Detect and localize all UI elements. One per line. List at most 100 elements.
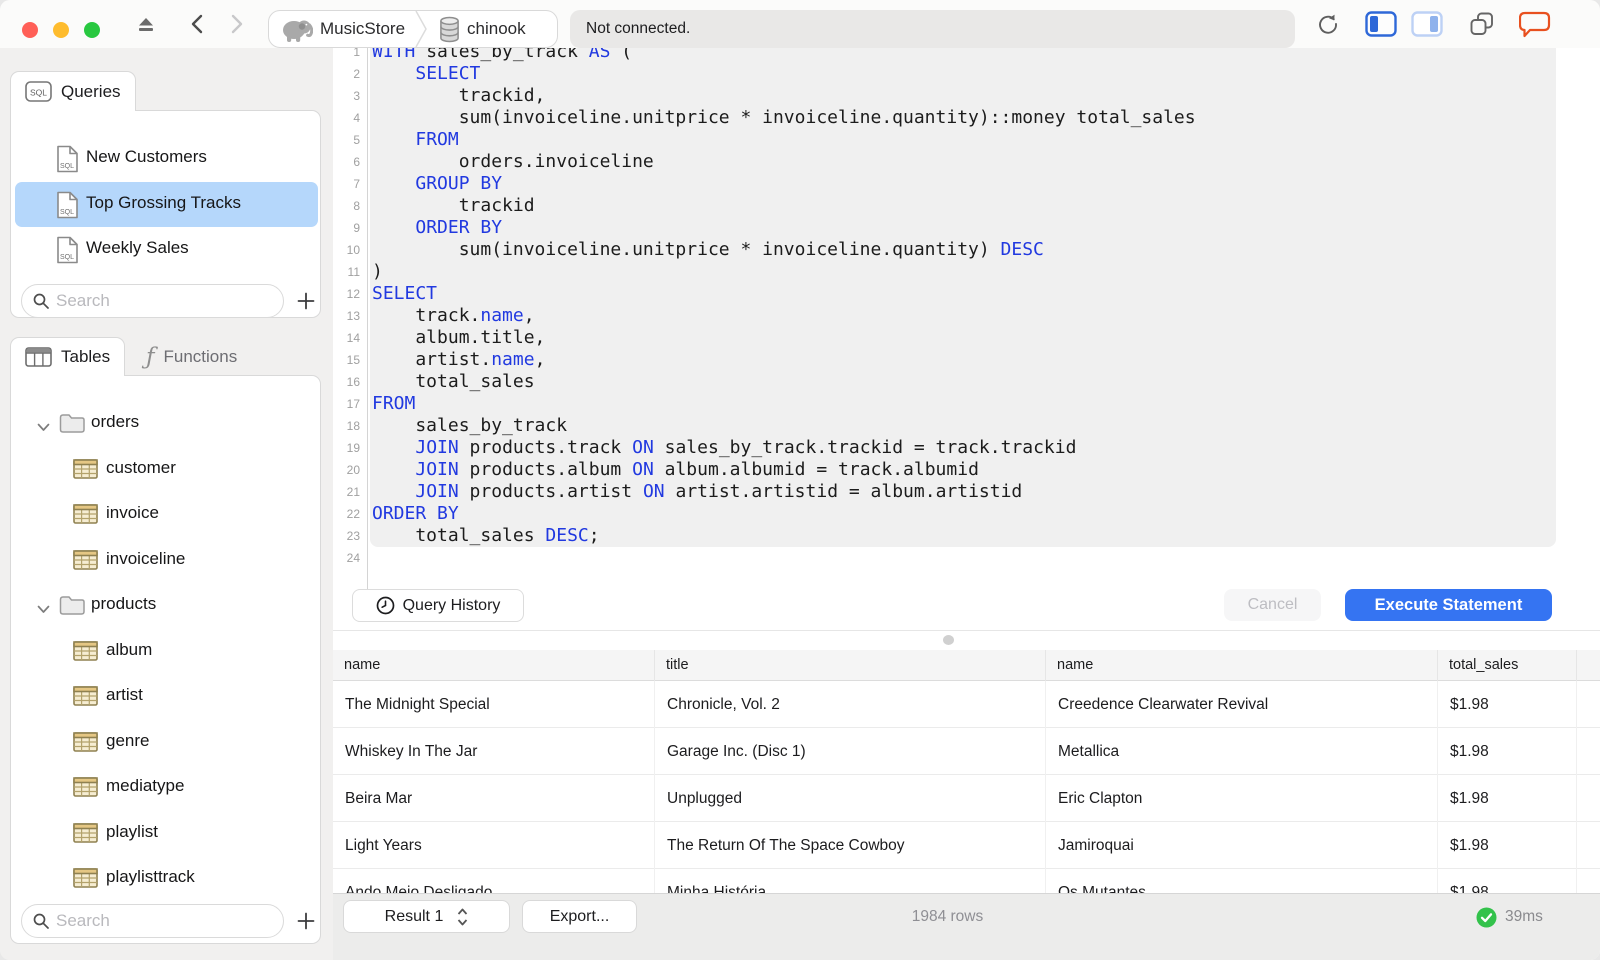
schema-folder-item[interactable]: orders — [11, 401, 320, 446]
add-table-button[interactable] — [293, 908, 319, 934]
result-row[interactable]: Beira Mar Unplugged Eric Clapton $1.98 — [333, 775, 1600, 822]
table-item[interactable]: customer — [11, 447, 320, 492]
cancel-label: Cancel — [1247, 596, 1298, 613]
result-cell[interactable]: Eric Clapton — [1046, 775, 1438, 822]
query-search-row — [21, 284, 315, 318]
sql-editor[interactable]: 1 2 3 4 5 6 7 8 9 10 11 12 13 14 15 16 17 18 19 20 21 22 23 24 … — [333, 48, 1600, 630]
result-cell[interactable]: $1.98 — [1438, 728, 1577, 775]
table-item[interactable]: invoice — [11, 492, 320, 537]
history-clock-icon — [376, 596, 394, 615]
result-cell[interactable]: Unplugged — [655, 775, 1046, 822]
forward-button[interactable] — [225, 0, 249, 48]
result-selector-label: Result 1 — [384, 907, 444, 925]
breadcrumb-database[interactable]: chinook — [427, 11, 536, 47]
results-splitter[interactable] — [333, 630, 1600, 650]
svg-text:SQL: SQL — [30, 88, 47, 98]
result-cell[interactable]: Beira Mar — [333, 775, 655, 822]
chevron-down-icon — [37, 605, 50, 613]
duplicate-window-button[interactable] — [1466, 0, 1498, 48]
eject-button[interactable] — [133, 0, 159, 48]
table-icon — [73, 868, 98, 888]
breadcrumb-server[interactable]: MusicStore — [269, 11, 415, 47]
table-item-label: album — [106, 640, 153, 659]
tab-functions[interactable]: ƒ Functions — [132, 337, 251, 376]
result-cell[interactable]: Metallica — [1046, 728, 1438, 775]
execute-statement-button[interactable]: Execute Statement — [1345, 589, 1552, 621]
result-row[interactable]: Whiskey In The Jar Garage Inc. (Disc 1) Me… — [333, 728, 1600, 775]
result-cell[interactable]: Chronicle, Vol. 2 — [655, 681, 1046, 728]
query-item[interactable]: SQL Weekly Sales — [15, 227, 318, 272]
folder-icon — [59, 596, 85, 615]
code-line: FROM — [372, 393, 416, 414]
traffic-light-zoom-button[interactable] — [84, 22, 100, 38]
table-item[interactable]: album — [11, 629, 320, 674]
svg-text:SQL: SQL — [60, 254, 74, 261]
breadcrumb: MusicStore chinook — [268, 10, 558, 48]
column-header[interactable]: name — [1046, 650, 1438, 681]
panel-right-icon — [1411, 11, 1443, 37]
result-cell[interactable]: $1.98 — [1438, 822, 1577, 869]
table-item[interactable]: playlist — [11, 811, 320, 856]
code-line: album.title, — [372, 327, 546, 348]
table-item[interactable]: playlisttrack — [11, 856, 320, 901]
stepper-chevrons-icon — [458, 908, 468, 925]
code-line: ORDER BY — [372, 503, 459, 524]
result-cell[interactable]: Whiskey In The Jar — [333, 728, 655, 775]
expand-toggle[interactable] — [37, 419, 50, 437]
tab-functions-label: Functions — [163, 346, 238, 366]
code-line: total_sales — [372, 371, 535, 392]
column-header[interactable]: name — [333, 650, 655, 681]
svg-text:SQL: SQL — [60, 209, 74, 216]
result-cell[interactable]: Creedence Clearwater Revival — [1046, 681, 1438, 728]
result-selector[interactable]: Result 1 — [343, 900, 510, 933]
result-cell[interactable]: Jamiroquai — [1046, 822, 1438, 869]
refresh-button[interactable] — [1313, 0, 1343, 48]
code-line: JOIN products.album ON album.albumid = t… — [415, 459, 979, 480]
traffic-light-minimize-button[interactable] — [53, 22, 69, 38]
database-icon — [440, 16, 459, 42]
column-header[interactable]: title — [655, 650, 1046, 681]
table-item[interactable]: mediatype — [11, 765, 320, 810]
result-cell[interactable]: Garage Inc. (Disc 1) — [655, 728, 1046, 775]
table-search-row — [21, 904, 315, 938]
query-search-input[interactable] — [21, 284, 284, 318]
back-button[interactable] — [184, 0, 208, 48]
cancel-button[interactable]: Cancel — [1224, 589, 1321, 621]
code-line: ) — [372, 261, 383, 282]
refresh-icon — [1319, 14, 1337, 34]
tab-tables[interactable]: Tables — [10, 337, 126, 376]
export-button[interactable]: Export... — [522, 900, 637, 933]
traffic-light-close-button[interactable] — [22, 22, 38, 38]
table-item[interactable]: invoiceline — [11, 538, 320, 583]
query-item[interactable]: SQL Top Grossing Tracks — [15, 182, 318, 227]
add-query-button[interactable] — [293, 288, 319, 314]
table-item[interactable]: artist — [11, 674, 320, 719]
code-line: ORDER BY — [415, 217, 503, 238]
query-history-button[interactable]: Query History — [352, 589, 524, 622]
table-search-input[interactable] — [21, 904, 284, 938]
query-item[interactable]: SQL New Customers — [15, 136, 318, 181]
code-line: trackid — [372, 195, 535, 216]
splitter-handle-icon[interactable] — [943, 635, 954, 645]
expand-toggle[interactable] — [37, 601, 50, 619]
result-cell[interactable]: The Midnight Special — [333, 681, 655, 728]
toggle-left-sidebar-button[interactable] — [1364, 0, 1398, 48]
row-count: 1984 rows — [911, 908, 984, 925]
column-header[interactable]: total_sales — [1438, 650, 1577, 681]
result-cell[interactable]: $1.98 — [1438, 775, 1577, 822]
table-icon — [73, 686, 98, 706]
table-item[interactable]: genre — [11, 720, 320, 765]
table-item-label: invoice — [106, 503, 159, 522]
result-row[interactable]: Light Years The Return Of The Space Cowbo… — [333, 822, 1600, 869]
toggle-right-sidebar-button[interactable] — [1410, 0, 1444, 48]
result-row[interactable]: The Midnight Special Chronicle, Vol. 2 Cre… — [333, 681, 1600, 728]
result-cell[interactable]: $1.98 — [1438, 681, 1577, 728]
breadcrumb-server-label: MusicStore — [320, 19, 406, 38]
connection-status[interactable]: Not connected. — [570, 10, 1295, 48]
result-cell[interactable]: The Return Of The Space Cowboy — [655, 822, 1046, 869]
feedback-button[interactable] — [1518, 0, 1552, 48]
tab-queries[interactable]: SQL Queries — [10, 71, 136, 111]
schema-folder-label: products — [91, 594, 157, 613]
result-cell[interactable]: Light Years — [333, 822, 655, 869]
schema-folder-item[interactable]: products — [11, 583, 320, 628]
